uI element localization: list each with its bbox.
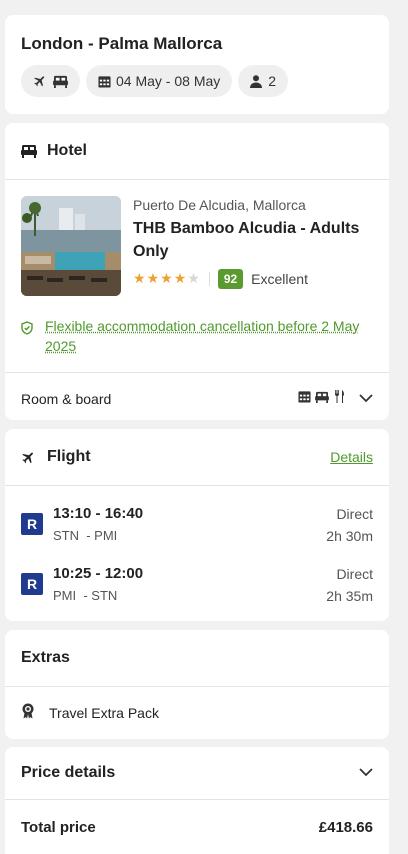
- review-score-badge: 92: [217, 269, 244, 289]
- hotel-name[interactable]: THB Bamboo Alcudia - Adults Only: [133, 217, 373, 263]
- ryanair-logo: R: [21, 513, 43, 535]
- star-icon: ★: [173, 270, 188, 286]
- extras-card: Extras Travel Extra Pack: [5, 630, 389, 739]
- shield-check-icon: [21, 321, 33, 356]
- total-price-value: £418.66: [318, 819, 373, 836]
- hotel-star-rating: ★★★★★: [133, 270, 201, 288]
- travellers-pill[interactable]: 2: [238, 65, 289, 97]
- star-icon: ★: [133, 270, 147, 286]
- trip-summary-card: London - Palma Mallorca 04 May - 08 May …: [5, 15, 389, 114]
- plane-icon: [33, 74, 47, 88]
- room-board-label: Room & board: [21, 390, 112, 407]
- dates-label: 04 May - 08 May: [116, 73, 221, 89]
- room-board-row[interactable]: Room & board: [5, 373, 389, 420]
- transport-pill[interactable]: [21, 65, 80, 97]
- hotel-location: Puerto De Alcudia, Mallorca: [133, 197, 306, 213]
- calendar-icon: [298, 390, 311, 408]
- hotel-section-header: Hotel: [5, 123, 389, 179]
- cutlery-icon: [334, 389, 345, 408]
- flight-times: 13:10 - 16:40: [53, 505, 144, 522]
- flight-details-link[interactable]: Details: [330, 449, 373, 465]
- star-icon: ★: [160, 270, 174, 286]
- extras-section-header: Extras: [5, 630, 389, 686]
- price-details-header[interactable]: Price details: [5, 747, 389, 799]
- chevron-down-icon[interactable]: [359, 390, 373, 408]
- flight-duration: 2h 35m: [326, 588, 373, 604]
- flight-duration: 2h 30m: [326, 528, 373, 544]
- price-section-title: Price details: [21, 764, 116, 781]
- rating-separator: [208, 272, 210, 286]
- divider: [5, 485, 389, 486]
- hotel-card: Hotel Puerto De Alcudia, Mallorca THB Ba…: [5, 123, 389, 420]
- calendar-icon: [98, 75, 111, 88]
- flight-card: Flight Details R 13:10 - 16:40 STN - PMI…: [5, 429, 389, 621]
- star-icon: ★: [187, 270, 201, 286]
- flight-type: Direct: [336, 566, 373, 582]
- bed-icon: [53, 75, 68, 88]
- flight-times: 10:25 - 12:00: [53, 565, 144, 582]
- flight-route: PMI - STN: [53, 588, 118, 603]
- flight-leg[interactable]: R 10:25 - 12:00 PMI - STN Direct 2h 35m: [5, 565, 389, 607]
- flight-route: STN - PMI: [53, 528, 118, 543]
- total-price-label: Total price: [21, 819, 96, 836]
- travellers-count: 2: [268, 73, 277, 89]
- extras-item: Travel Extra Pack: [5, 687, 389, 739]
- chevron-down-icon[interactable]: [359, 764, 373, 782]
- review-score-label: Excellent: [251, 271, 308, 287]
- flight-leg[interactable]: R 13:10 - 16:40 STN - PMI Direct 2h 30m: [5, 505, 389, 547]
- price-card: Price details Total price £418.66: [5, 747, 389, 854]
- plane-icon: [21, 450, 39, 465]
- total-price-row: Total price £418.66: [5, 800, 389, 854]
- cancellation-policy[interactable]: Flexible accommodation cancellation befo…: [45, 316, 373, 356]
- hotel-section-title: Hotel: [47, 142, 87, 159]
- ryanair-logo: R: [21, 573, 43, 595]
- star-icon: ★: [146, 270, 161, 286]
- dates-pill[interactable]: 04 May - 08 May: [86, 65, 233, 97]
- award-badge-icon: [21, 703, 39, 724]
- bed-icon: [21, 144, 39, 158]
- flight-type: Direct: [336, 506, 373, 522]
- flight-section-title: Flight: [47, 448, 91, 465]
- extras-item-label: Travel Extra Pack: [49, 705, 159, 721]
- extras-section-title: Extras: [21, 649, 70, 666]
- bed-icon: [315, 390, 329, 408]
- trip-route-title: London - Palma Mallorca: [21, 34, 223, 53]
- flight-section-header: Flight Details: [5, 429, 389, 485]
- hotel-photo[interactable]: [21, 196, 121, 296]
- person-icon: [250, 74, 263, 88]
